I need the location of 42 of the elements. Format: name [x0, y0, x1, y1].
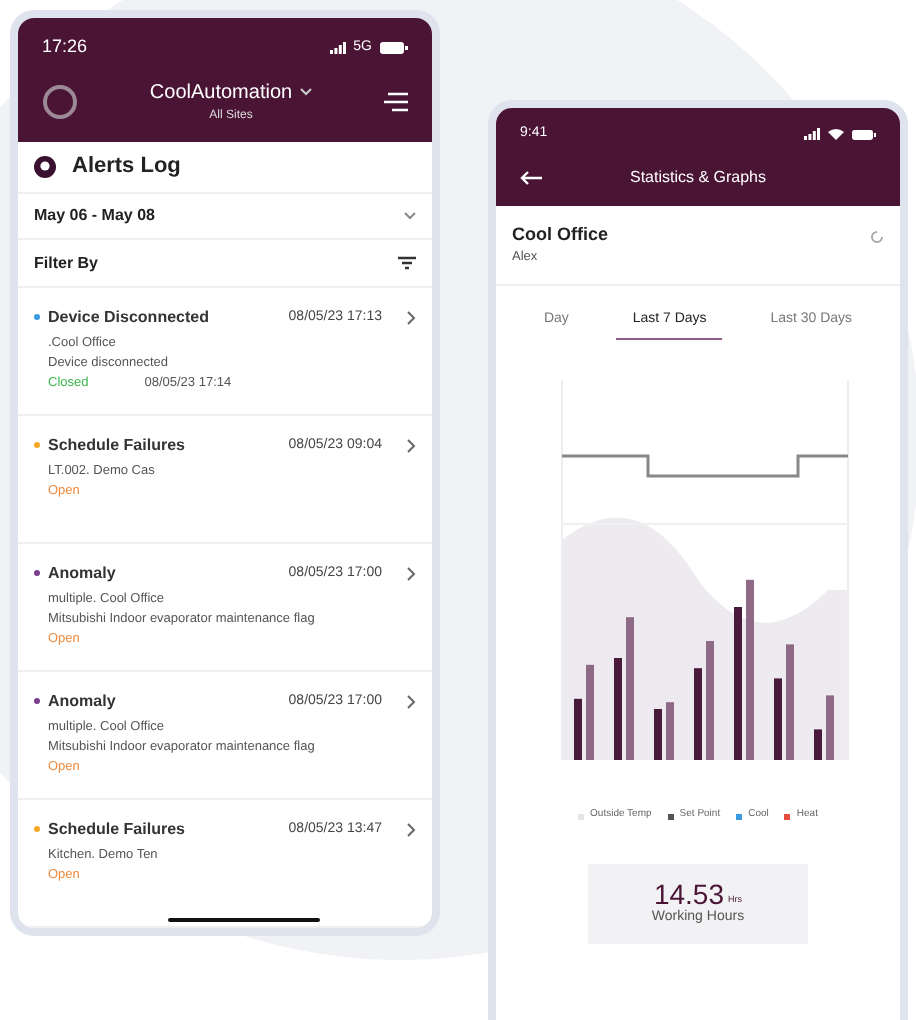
caret-icon: [404, 212, 416, 221]
chevron-right-icon: [406, 693, 416, 710]
chart-bar: [614, 658, 622, 761]
chart-bar: [774, 678, 782, 761]
alert-title: Anomaly: [48, 689, 118, 714]
signal-icon: [329, 41, 346, 54]
filter-icon[interactable]: [398, 256, 416, 271]
battery-icon: [852, 129, 876, 140]
chart-bar: [666, 702, 674, 761]
chart-bar: [626, 617, 634, 761]
chart-bar: [694, 668, 702, 761]
chart-bar: [706, 641, 714, 761]
back-arrow-icon[interactable]: [520, 169, 542, 185]
alert-title: Anomaly: [48, 561, 118, 586]
battery-icon: [380, 41, 408, 54]
logo-ring-icon: [42, 83, 78, 119]
org-title[interactable]: CoolAutomation: [149, 77, 293, 107]
alert-title: Schedule Failures: [48, 817, 187, 842]
status-time: 17:26: [42, 34, 88, 60]
site-name: Cool Office: [512, 221, 609, 247]
chevron-right-icon: [406, 437, 416, 454]
chart-bar: [574, 699, 582, 761]
chart-bar: [786, 644, 794, 761]
filter-label: Filter By: [34, 251, 99, 276]
chart-bar: [654, 709, 662, 761]
page-title: Alerts Log: [72, 151, 181, 182]
wifi-icon: [828, 128, 844, 141]
chevron-right-icon: [406, 821, 416, 838]
alert-bell-icon: [34, 155, 56, 178]
summary-value: 14.53: [653, 879, 725, 907]
alert-title: Schedule Failures: [48, 433, 187, 458]
dropdown-caret-icon: [300, 88, 313, 96]
chart-bar: [814, 729, 822, 761]
alert-title: Device Disconnected: [48, 305, 211, 330]
chart-bar: [826, 695, 834, 761]
chevron-right-icon: [406, 565, 416, 582]
chevron-right-icon: [406, 309, 416, 326]
date-range-dropdown[interactable]: May 06 - May 08: [18, 193, 432, 241]
chart-bar: [586, 665, 594, 761]
signal-icon: [804, 128, 820, 141]
menu-icon[interactable]: [384, 91, 408, 111]
screen-title: Statistics & Graphs: [627, 165, 769, 189]
